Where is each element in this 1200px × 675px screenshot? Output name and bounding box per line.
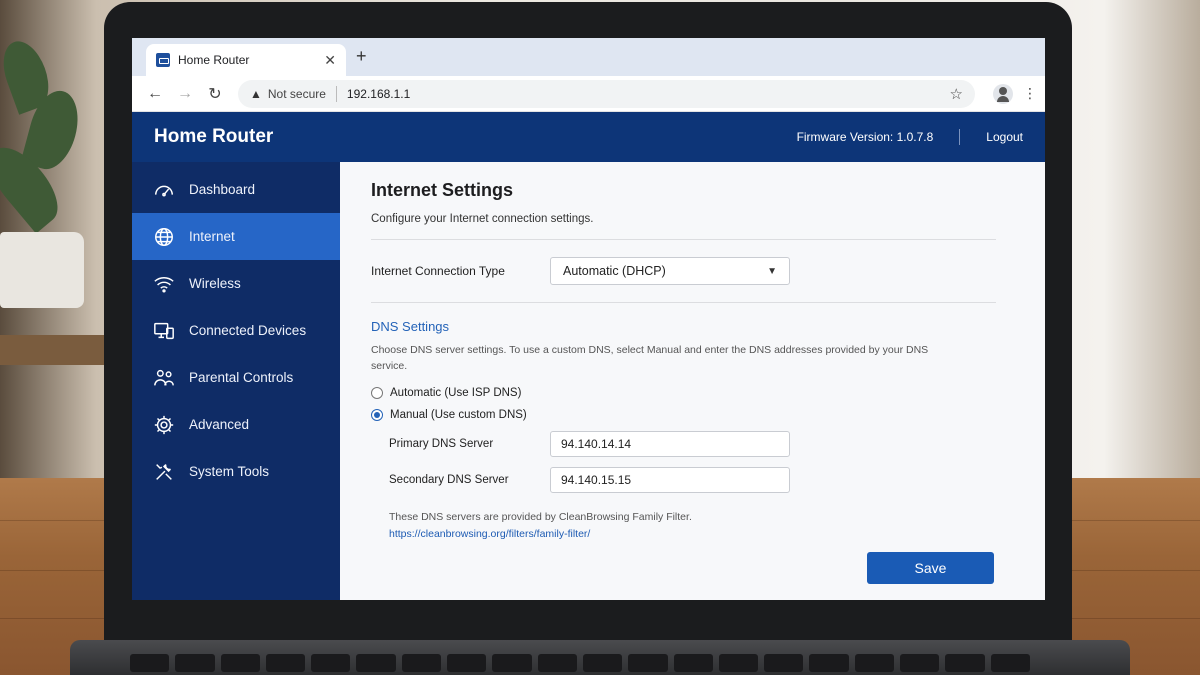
tab-title: Home Router bbox=[178, 53, 250, 67]
family-icon bbox=[152, 366, 176, 390]
sidebar-item-label: Parental Controls bbox=[189, 370, 294, 385]
radio-auto-dns[interactable] bbox=[371, 386, 383, 399]
sidebar-item-label: Internet bbox=[189, 229, 235, 244]
section-divider bbox=[371, 302, 996, 303]
dns-provider-note: These DNS servers are provided by CleanB… bbox=[389, 509, 996, 545]
page-title: Internet Settings bbox=[371, 180, 514, 200]
browser-tab[interactable]: Home Router ✕ bbox=[146, 44, 346, 76]
address-bar[interactable]: ▲ Not secure 192.168.1.1 ☆ bbox=[238, 79, 975, 108]
devices-icon bbox=[152, 319, 176, 343]
router-favicon-icon bbox=[156, 53, 170, 67]
dns-description: Choose DNS server settings. To use a cus… bbox=[371, 344, 929, 373]
primary-dns-input[interactable] bbox=[550, 430, 790, 457]
secondary-dns-row: Secondary DNS Server bbox=[389, 466, 996, 493]
radio-label: Manual (Use custom DNS) bbox=[390, 408, 527, 421]
url-text[interactable]: 192.168.1.1 bbox=[347, 87, 950, 101]
radio-label: Automatic (Use ISP DNS) bbox=[390, 386, 522, 399]
sidebar-item-connected-devices[interactable]: Connected Devices bbox=[132, 307, 340, 354]
reload-icon[interactable]: ↻ bbox=[200, 84, 230, 104]
sidebar-item-wireless[interactable]: Wireless bbox=[132, 260, 340, 307]
tools-icon bbox=[152, 460, 176, 484]
save-button[interactable]: Save bbox=[867, 552, 994, 584]
firmware-version: Firmware Version: 1.0.7.8 bbox=[796, 130, 934, 144]
dns-manual-option[interactable]: Manual (Use custom DNS) bbox=[371, 408, 996, 421]
browser-tab-bar: Home Router ✕ + bbox=[132, 38, 1045, 76]
secondary-dns-label: Secondary DNS Server bbox=[389, 473, 509, 486]
app-body: Dashboard Internet Wireless Connected De… bbox=[132, 162, 1045, 600]
dns-section-title: DNS Settings bbox=[371, 319, 450, 334]
laptop-screen: Home Router ✕ + ← → ↻ ▲ Not secure 192.1… bbox=[132, 38, 1045, 600]
dns-note-text: These DNS servers are provided by CleanB… bbox=[389, 510, 692, 523]
sidebar: Dashboard Internet Wireless Connected De… bbox=[132, 162, 340, 600]
wifi-icon bbox=[152, 272, 176, 296]
close-tab-icon[interactable]: ✕ bbox=[324, 52, 336, 69]
browser-toolbar: ← → ↻ ▲ Not secure 192.168.1.1 ☆ ⋮ bbox=[132, 76, 1045, 112]
back-arrow-icon[interactable]: ← bbox=[140, 85, 170, 103]
sidebar-item-dashboard[interactable]: Dashboard bbox=[132, 166, 340, 213]
forward-arrow-icon[interactable]: → bbox=[170, 85, 200, 103]
sidebar-item-internet[interactable]: Internet bbox=[132, 213, 340, 260]
profile-icon[interactable] bbox=[993, 83, 1013, 104]
connection-type-select[interactable]: Automatic (DHCP) ▼ bbox=[550, 257, 790, 285]
keyboard bbox=[130, 654, 1030, 674]
gauge-icon bbox=[152, 178, 176, 202]
app-title: Home Router bbox=[154, 126, 274, 147]
main-content: Internet Settings Configure your Interne… bbox=[340, 162, 1045, 600]
dns-auto-option[interactable]: Automatic (Use ISP DNS) bbox=[371, 386, 996, 399]
sidebar-item-label: Advanced bbox=[189, 417, 250, 432]
secondary-dns-input[interactable] bbox=[550, 466, 790, 493]
sidebar-item-advanced[interactable]: Advanced bbox=[132, 401, 340, 448]
security-label: Not secure bbox=[267, 86, 326, 101]
sidebar-item-label: System Tools bbox=[189, 464, 270, 479]
logout-link[interactable]: Logout bbox=[986, 130, 1023, 144]
new-tab-icon[interactable]: + bbox=[356, 46, 367, 67]
app-header: Home Router Firmware Version: 1.0.7.8 Lo… bbox=[132, 112, 1045, 162]
primary-dns-label: Primary DNS Server bbox=[389, 437, 494, 450]
sidebar-item-system-tools[interactable]: System Tools bbox=[132, 448, 340, 495]
kebab-menu-icon[interactable]: ⋮ bbox=[1023, 85, 1037, 102]
connection-type-row: Internet Connection Type Automatic (DHCP… bbox=[371, 257, 996, 285]
dns-provider-link[interactable]: https://cleanbrowsing.org/filters/family… bbox=[389, 526, 996, 544]
primary-dns-row: Primary DNS Server bbox=[389, 430, 996, 457]
sidebar-item-label: Dashboard bbox=[189, 182, 256, 197]
connection-type-label: Internet Connection Type bbox=[371, 264, 505, 278]
plant-pot bbox=[0, 232, 84, 308]
globe-icon bbox=[152, 225, 176, 249]
radio-manual-dns[interactable] bbox=[371, 408, 383, 421]
section-divider bbox=[371, 239, 996, 240]
connection-type-value: Automatic (DHCP) bbox=[563, 264, 666, 278]
gear-icon bbox=[152, 413, 176, 437]
omnibox-divider bbox=[335, 85, 337, 102]
sidebar-item-label: Wireless bbox=[189, 276, 241, 291]
bookmark-star-icon[interactable]: ☆ bbox=[950, 85, 963, 103]
shelf bbox=[0, 335, 110, 365]
warning-icon: ▲ bbox=[250, 86, 262, 101]
header-divider bbox=[959, 129, 961, 145]
sidebar-item-parental-controls[interactable]: Parental Controls bbox=[132, 354, 340, 401]
sidebar-item-label: Connected Devices bbox=[189, 323, 307, 338]
page-subtitle: Configure your Internet connection setti… bbox=[371, 213, 594, 225]
chevron-down-icon: ▼ bbox=[767, 265, 777, 277]
